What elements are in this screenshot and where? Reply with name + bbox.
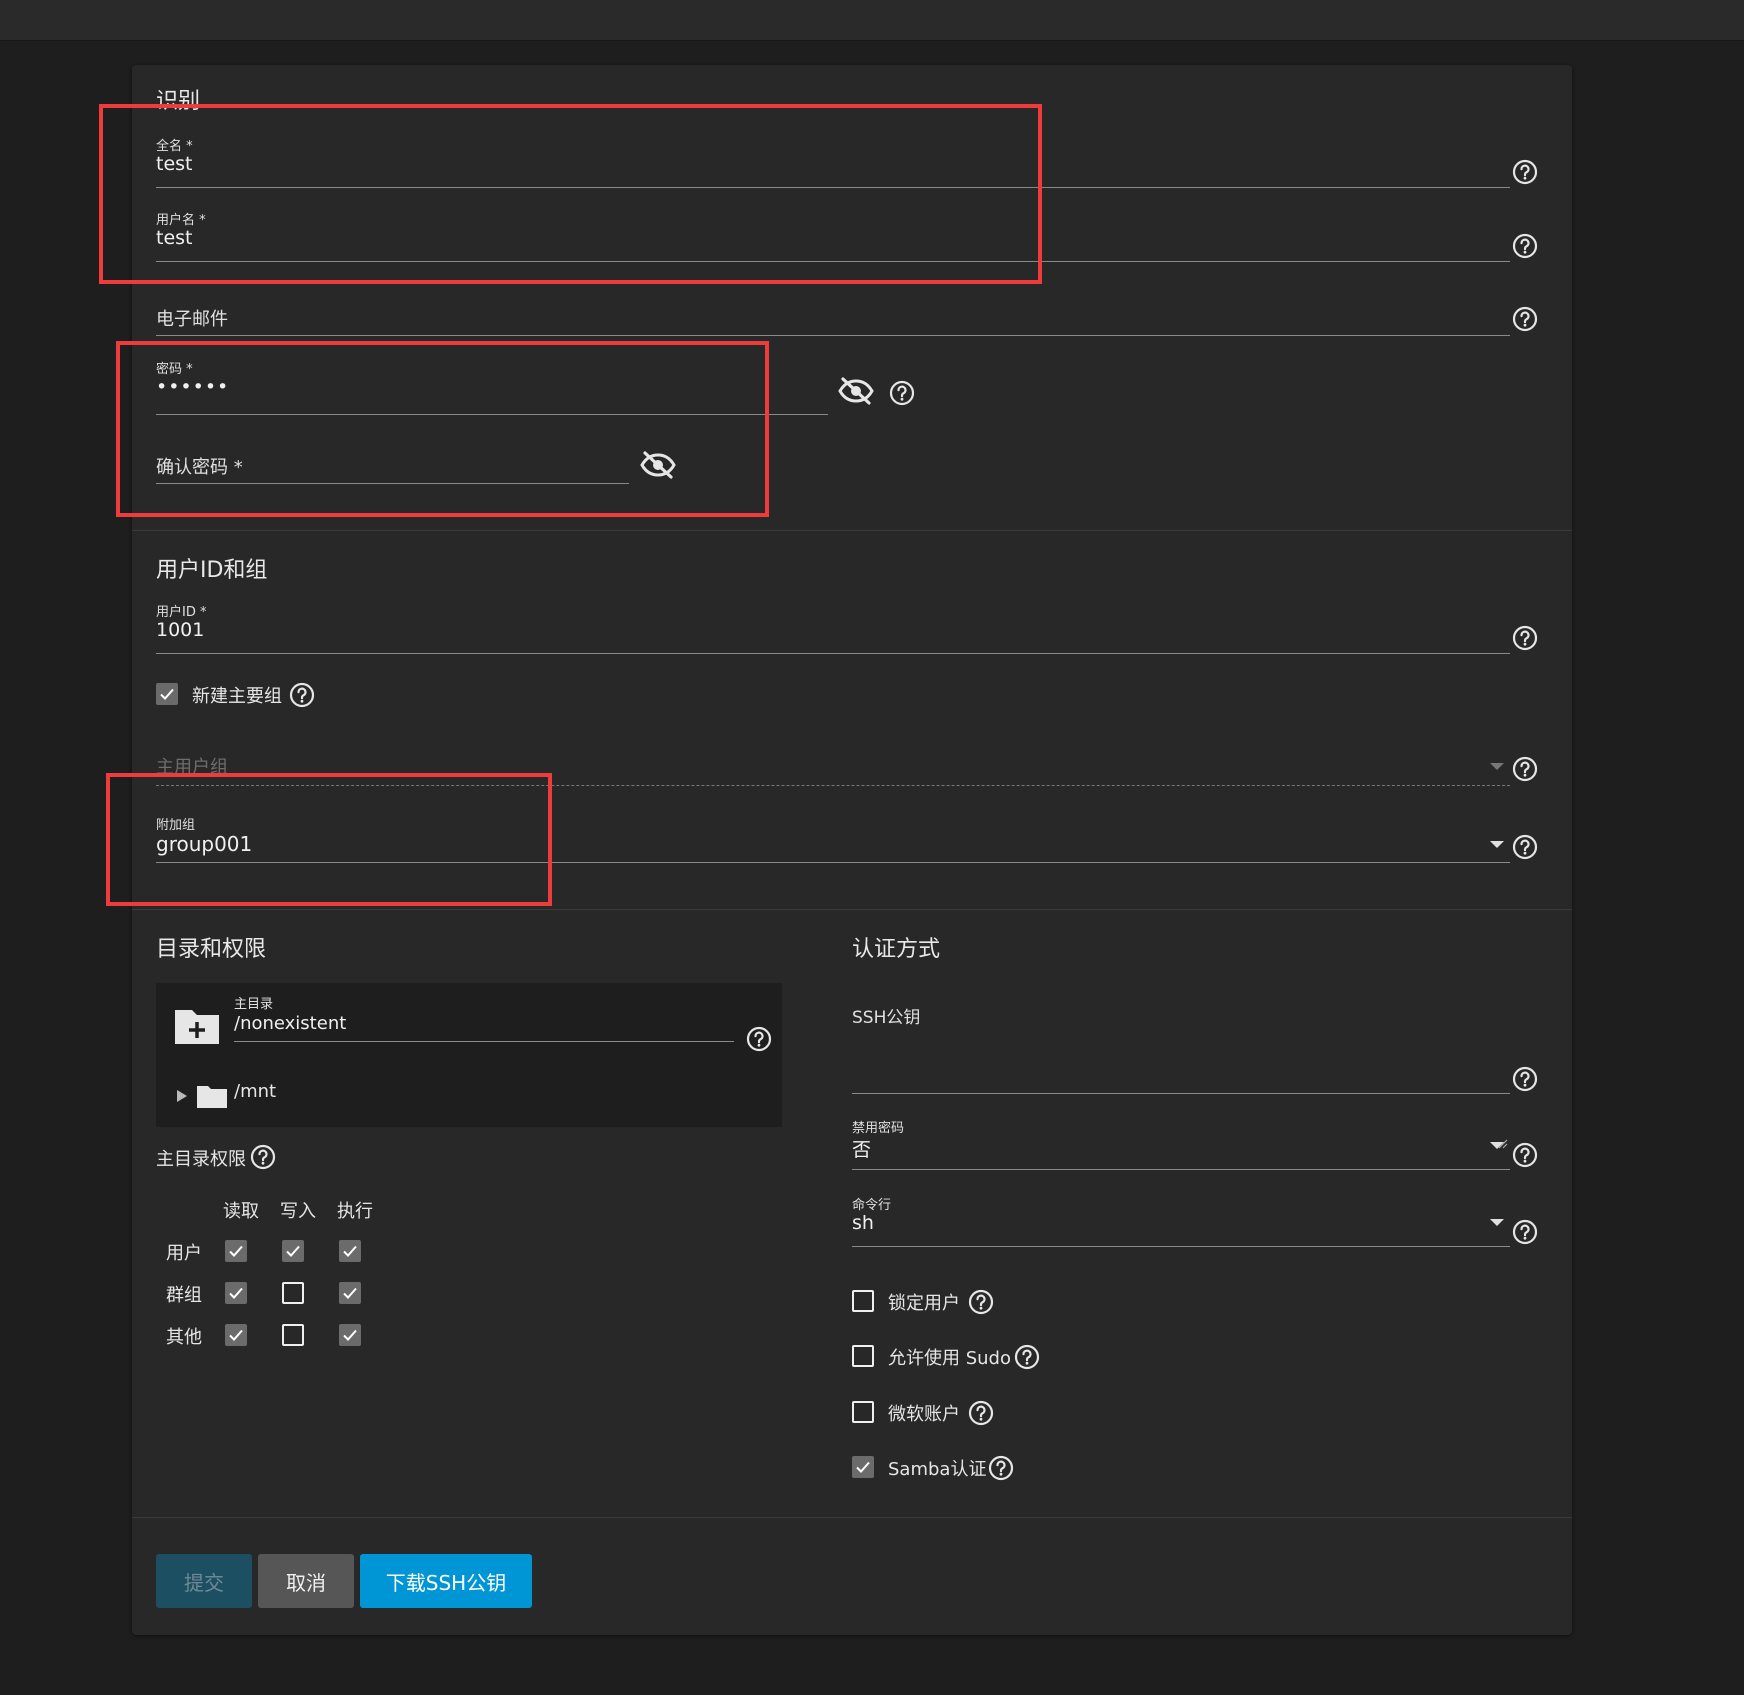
cancel-button[interactable]: 取消 (258, 1554, 354, 1608)
help-icon[interactable] (1014, 1344, 1040, 1370)
submit-button[interactable]: 提交 (156, 1554, 252, 1608)
section-divider (132, 1517, 1572, 1518)
chevron-down-icon (1490, 1219, 1504, 1226)
perm-checkbox[interactable] (282, 1240, 304, 1262)
help-icon[interactable] (1512, 834, 1538, 860)
section-title-directory: 目录和权限 (156, 937, 267, 962)
underline (852, 1093, 1510, 1094)
help-icon[interactable] (289, 682, 315, 708)
chevron-down-icon (1490, 763, 1504, 770)
uid-value: 1001 (156, 619, 205, 641)
perm-checkbox[interactable] (225, 1240, 247, 1262)
samba-auth-label: Samba认证 (888, 1459, 987, 1480)
samba-auth-checkbox[interactable] (852, 1456, 874, 1478)
help-icon[interactable] (889, 380, 915, 406)
folder-icon (197, 1086, 227, 1108)
highlight-box (116, 341, 769, 517)
help-icon[interactable] (968, 1400, 994, 1426)
download-ssh-key-button[interactable]: 下载SSH公钥 (360, 1554, 532, 1608)
perm-col-read: 读取 (223, 1201, 259, 1222)
microsoft-account-label: 微软账户 (888, 1404, 960, 1425)
help-icon[interactable] (1512, 1219, 1538, 1245)
help-icon[interactable] (1512, 1142, 1538, 1168)
highlight-box (106, 773, 552, 906)
sudo-label: 允许使用 Sudo (888, 1348, 1011, 1369)
shell-value: sh (852, 1212, 874, 1234)
perm-checkbox[interactable] (225, 1324, 247, 1346)
sudo-checkbox[interactable] (852, 1345, 874, 1367)
home-directory-field[interactable]: 主目录 /nonexistent (234, 993, 734, 1053)
section-title-uid-group: 用户ID和组 (156, 558, 268, 583)
perm-checkbox[interactable] (339, 1240, 361, 1262)
help-icon[interactable] (746, 1026, 772, 1052)
perm-row-other: 其他 (166, 1327, 202, 1348)
help-icon[interactable] (1512, 625, 1538, 651)
chevron-down-icon (1490, 1142, 1504, 1149)
perm-checkbox[interactable] (282, 1282, 304, 1304)
help-icon[interactable] (968, 1289, 994, 1315)
microsoft-account-checkbox[interactable] (852, 1401, 874, 1423)
underline (852, 1169, 1510, 1170)
help-icon[interactable] (250, 1144, 276, 1170)
uid-label: 用户ID * (156, 605, 207, 620)
help-icon[interactable] (1512, 1066, 1538, 1092)
help-icon[interactable] (988, 1455, 1014, 1481)
lock-user-label: 锁定用户 (888, 1293, 960, 1314)
home-permissions-title: 主目录权限 (156, 1149, 246, 1170)
shell-select[interactable]: 命令行 sh (852, 1194, 1510, 1248)
folder-add-icon[interactable] (173, 1006, 221, 1046)
perm-col-exec: 执行 (337, 1201, 373, 1222)
top-bar (0, 0, 1744, 41)
ssh-key-textarea[interactable]: SSH公钥 (852, 1003, 1510, 1149)
shell-label: 命令行 (852, 1198, 892, 1213)
help-icon[interactable] (1512, 306, 1538, 332)
help-icon[interactable] (1512, 756, 1538, 782)
section-divider (132, 909, 1572, 910)
perm-checkbox[interactable] (339, 1282, 361, 1304)
help-icon[interactable] (1512, 159, 1538, 185)
lock-user-checkbox[interactable] (852, 1290, 874, 1312)
underline (234, 1041, 734, 1042)
new-primary-group-checkbox[interactable] (156, 683, 178, 705)
perm-row-user: 用户 (166, 1243, 202, 1264)
expand-arrow-icon[interactable] (176, 1089, 188, 1103)
email-field[interactable]: 电子邮件 (156, 305, 1510, 337)
disable-password-label: 禁用密码 (852, 1121, 905, 1136)
new-primary-group-label: 新建主要组 (192, 686, 282, 707)
ssh-key-placeholder: SSH公钥 (852, 1008, 921, 1028)
home-directory-label: 主目录 (234, 997, 274, 1012)
perm-checkbox[interactable] (282, 1324, 304, 1346)
perm-checkbox[interactable] (339, 1324, 361, 1346)
perm-checkbox[interactable] (225, 1282, 247, 1304)
section-divider (132, 530, 1572, 531)
underline (156, 335, 1510, 336)
eye-off-icon[interactable] (838, 376, 874, 406)
underline (156, 653, 1510, 654)
perm-row-group: 群组 (166, 1285, 202, 1306)
section-title-auth: 认证方式 (852, 937, 941, 962)
help-icon[interactable] (1512, 233, 1538, 259)
highlight-box (99, 104, 1042, 284)
disable-password-value: 否 (852, 1139, 872, 1161)
underline (852, 1246, 1510, 1247)
uid-field[interactable]: 用户ID * 1001 (156, 601, 1510, 655)
disable-password-select[interactable]: 禁用密码 否 (852, 1117, 1510, 1171)
tree-item-mnt[interactable]: /mnt (234, 1081, 276, 1102)
email-placeholder: 电子邮件 (156, 309, 228, 330)
home-directory-value: /nonexistent (234, 1013, 347, 1034)
chevron-down-icon (1490, 841, 1504, 848)
perm-col-write: 写入 (280, 1201, 316, 1222)
